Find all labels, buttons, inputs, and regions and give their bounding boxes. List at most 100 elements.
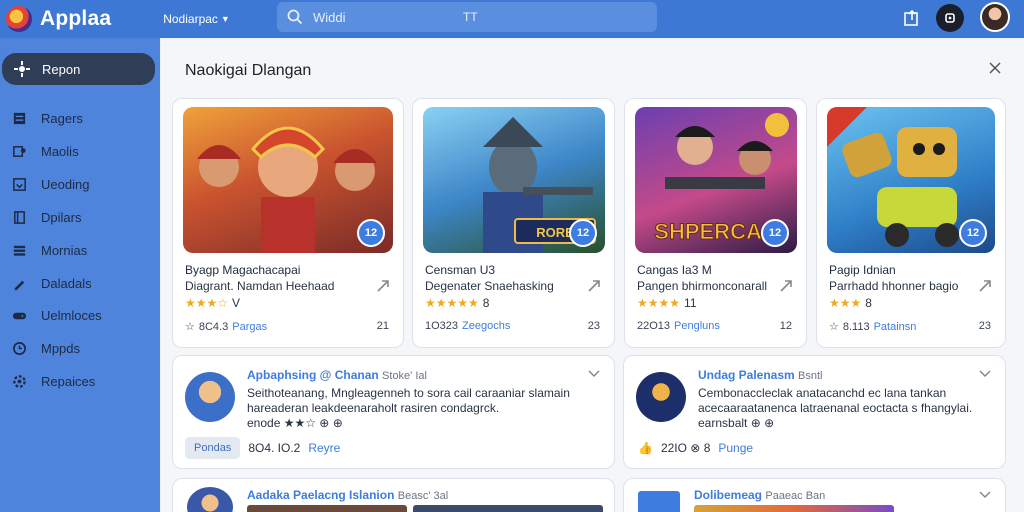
share-icon[interactable] xyxy=(377,280,389,292)
game-count: 12 xyxy=(779,320,792,332)
review-card-partial[interactable]: Aadaka Paelacng Islanion Beasc' 3al xyxy=(172,478,615,512)
review-stats: 8O4. IO.2 xyxy=(248,441,301,455)
review-footer: 👍 22IO ⊗ 8 Punge xyxy=(638,435,753,461)
pen-icon xyxy=(14,280,25,290)
app-name[interactable]: Applaa xyxy=(40,7,111,31)
sidebar-item-label: Repon xyxy=(42,61,81,77)
search-bar[interactable]: TT xyxy=(277,2,657,32)
sidebar-item-uelmloces[interactable]: Uelmloces xyxy=(12,305,102,325)
search-input[interactable] xyxy=(313,9,393,25)
panel-title: Naokigai Dlangan xyxy=(185,62,312,79)
sidebar-item-ragers[interactable]: Ragers xyxy=(12,108,83,128)
sidebar-item-label: Maolis xyxy=(41,143,79,159)
game-card[interactable]: SHPERCAA 12 Cangas Ia3 M Pangen bhirmonc… xyxy=(624,98,807,348)
game-subtitle: Degenater Snaehasking xyxy=(425,279,554,293)
review-title: Undag Palenasm Bsntl xyxy=(698,368,823,382)
download-badge[interactable]: 12 xyxy=(959,219,987,247)
sidebar-item-daladals[interactable]: Daladals xyxy=(12,273,92,293)
review-card[interactable]: Undag Palenasm Bsntl Cembonaccleclak ana… xyxy=(623,355,1006,469)
review-link[interactable]: Punge xyxy=(718,441,753,455)
meta-number: 1O323 xyxy=(425,320,459,332)
search-icon xyxy=(287,9,303,25)
sidebar-item-active[interactable]: Repon xyxy=(2,53,155,85)
reviewer-avatar xyxy=(185,372,235,422)
gamepad-icon xyxy=(12,312,27,319)
upload-icon[interactable] xyxy=(901,7,923,29)
thumb-icon[interactable]: 👍 xyxy=(638,441,653,455)
notification-button[interactable] xyxy=(936,4,964,32)
share-icon[interactable] xyxy=(780,280,792,292)
game-subtitle: Parrhadd hhonner bagio xyxy=(829,279,959,293)
share-icon[interactable] xyxy=(588,280,600,292)
sidebar-item-label: Mppds xyxy=(41,340,81,356)
game-card[interactable]: 12 Pagip Idnian Parrhadd hhonner bagio ★… xyxy=(816,98,1006,348)
game-meta: ☆ 8.113 Patainsn xyxy=(829,320,917,334)
sidebar-item-mppds[interactable]: Mppds xyxy=(12,338,80,358)
thumb-icon: ☆ xyxy=(829,321,839,333)
game-art: RORE 12 xyxy=(423,107,605,253)
meta-link[interactable]: Pengluns xyxy=(674,320,720,332)
art-text: SHPERCAA xyxy=(654,219,778,244)
chevron-down-icon[interactable] xyxy=(588,370,600,378)
game-meta: 22O13 Pengluns xyxy=(637,320,720,332)
sidebar-item-label: Daladals xyxy=(41,275,92,291)
settings-icon xyxy=(13,374,26,388)
sidebar-item-ueoding[interactable]: Ueoding xyxy=(12,174,89,194)
download-badge[interactable]: 12 xyxy=(569,219,597,247)
chevron-down-icon[interactable] xyxy=(979,370,991,378)
reply-button[interactable]: Pondas xyxy=(185,437,241,459)
game-title: Byagp Magachacapai xyxy=(185,263,301,277)
people-icon xyxy=(13,145,26,157)
star-rating: ★★★★ 11 xyxy=(637,296,697,310)
thumbnail xyxy=(247,505,407,512)
meta-link[interactable]: Pargas xyxy=(232,321,267,333)
review-title: Apbaphsing @ Chanan Stoke' Ial xyxy=(247,368,427,382)
game-count: 23 xyxy=(978,320,991,332)
review-link[interactable]: Reyre xyxy=(308,441,340,455)
meta-number: 8.113 xyxy=(842,320,870,333)
sidebar-item-label: Ragers xyxy=(41,110,83,126)
bookmark-icon xyxy=(14,210,25,224)
sidebar-item-maolis[interactable]: Maolis xyxy=(12,141,79,161)
thumbnail xyxy=(694,505,894,512)
sidebar-item-label: Dpilars xyxy=(41,209,82,225)
sidebar: Repon Ragers Maolis Ueoding Dpilars Morn… xyxy=(0,38,160,512)
user-avatar[interactable] xyxy=(980,2,1010,32)
sidebar-item-repaices[interactable]: Repaices xyxy=(12,371,95,391)
game-count: 21 xyxy=(376,320,389,332)
download-icon xyxy=(13,177,26,191)
review-stats: 22IO ⊗ 8 xyxy=(660,441,711,455)
review-body: Cembonaccleclak anatacanchd ec lana tank… xyxy=(698,386,973,430)
reviewer-avatar xyxy=(636,372,686,422)
game-art: SHPERCAA 12 xyxy=(635,107,797,253)
thumb-icon: ☆ xyxy=(185,321,195,333)
meta-number: 22O13 xyxy=(637,320,671,332)
sidebar-item-mornias[interactable]: Mornias xyxy=(12,240,87,260)
review-footer: Pondas 8O4. IO.2 Reyre xyxy=(185,435,340,461)
close-icon[interactable] xyxy=(987,60,1003,76)
game-meta: ☆ 8C4.3 Pargas xyxy=(185,320,267,334)
app-logo[interactable] xyxy=(6,6,32,32)
meta-link[interactable]: Zeegochs xyxy=(462,320,510,332)
review-card-partial[interactable]: Dolibemeag Paaeac Ban xyxy=(623,478,1006,512)
category-dropdown[interactable]: Nodiarpac ▼ xyxy=(163,12,230,26)
sidebar-item-dpilars[interactable]: Dpilars xyxy=(12,207,81,227)
list-icon xyxy=(13,245,26,256)
sidebar-item-label: Uelmloces xyxy=(41,307,102,323)
game-subtitle: Pangen bhirmonconarall xyxy=(637,279,768,293)
sidebar-item-label: Ueoding xyxy=(41,176,90,192)
meta-link[interactable]: Patainsn xyxy=(874,321,917,333)
game-count: 23 xyxy=(587,320,600,332)
game-title: Pagip Idnian xyxy=(829,263,896,277)
review-card[interactable]: Apbaphsing @ Chanan Stoke' Ial Seithotea… xyxy=(172,355,615,469)
download-badge[interactable]: 12 xyxy=(761,219,789,247)
top-bar: Applaa Nodiarpac ▼ TT xyxy=(0,0,1024,38)
chevron-down-icon[interactable] xyxy=(979,491,991,499)
game-art: 12 xyxy=(827,107,995,253)
main-panel: Naokigai Dlangan 12 Byagp Magachacapai D… xyxy=(161,40,1024,512)
review-title: Dolibemeag Paaeac Ban xyxy=(694,488,826,502)
download-badge[interactable]: 12 xyxy=(357,219,385,247)
game-card[interactable]: RORE 12 Censman U3 Degenater Snaehasking… xyxy=(412,98,615,348)
share-icon[interactable] xyxy=(979,280,991,292)
game-card[interactable]: 12 Byagp Magachacapai Diagrant. Namdan H… xyxy=(172,98,404,348)
